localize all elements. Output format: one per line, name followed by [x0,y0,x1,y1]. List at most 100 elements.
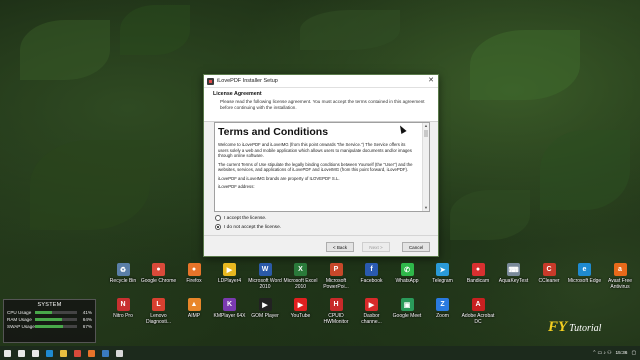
desktop-shortcut[interactable]: ▶ LDPlayer4 [212,263,248,284]
decline-radio[interactable] [215,224,221,230]
desktop-shortcut[interactable]: ▶ YouTube [283,298,319,319]
desktop-shortcut-label[interactable]: Microsoft Excel 2010 [283,278,319,290]
desktop-shortcut-label[interactable]: CPUID HWMonitor [318,313,354,325]
desktop-shortcut[interactable]: ● Bandicam [460,263,496,284]
desktop-shortcut[interactable]: K KMPlayer 64X [212,298,248,319]
hwmonitor-icon[interactable]: H [329,298,343,311]
edge-icon[interactable]: e [578,263,591,276]
desktop-shortcut[interactable]: ● Firefox [176,263,212,284]
desktop-shortcut-label[interactable]: Microsoft PowerPoi... [318,278,354,290]
desktop-shortcut-label[interactable]: Microsoft Word 2010 [247,278,283,290]
desktop-shortcut-label[interactable]: Google Chrome [141,278,177,284]
desktop-shortcut-label[interactable]: Bandicam [460,278,496,284]
dialog-titlebar[interactable]: iLovePDF Installer Setup ✕ [204,75,438,88]
license-text-box[interactable]: Terms and Conditions Welcome to iLovePDF… [214,122,430,212]
accept-license-option[interactable]: I accept the license. [215,215,266,221]
scroll-up-icon[interactable]: ▲ [423,123,429,129]
desktop-shortcut[interactable]: L Lenovo Diagnosti... [141,298,177,325]
app-taskbar-icon[interactable] [98,346,112,360]
desktop-shortcut[interactable]: X Microsoft Excel 2010 [283,263,319,290]
accept-radio-label[interactable]: I accept the license. [224,216,266,221]
desktop-shortcut-label[interactable]: AIMP [176,313,212,319]
desktop-shortcut[interactable]: ▲ AIMP [176,298,212,319]
decline-radio-label[interactable]: I do not accept the license. [224,225,281,230]
accept-radio[interactable] [215,215,221,221]
license-scrollbar[interactable]: ▲ ▼ [422,123,429,211]
desktop-shortcut[interactable]: C CCleaner [531,263,567,284]
excel-icon[interactable]: X [294,263,307,276]
next-button[interactable]: Next > [362,242,390,252]
notification-icon[interactable]: ▢ [631,351,636,356]
scroll-down-icon[interactable]: ▼ [423,205,429,211]
clock[interactable]: 15:36 [615,351,627,356]
zoom-icon[interactable]: Z [436,298,449,311]
aquakeytest-icon[interactable]: ⌨ [507,263,520,276]
desktop-shortcut[interactable]: W Microsoft Word 2010 [247,263,283,290]
desktop-shortcut[interactable]: e Microsoft Edge [567,263,603,284]
desktop-shortcut-label[interactable]: Avast Free Antivirus [602,278,638,290]
desktop-shortcut-label[interactable]: YouTube [283,313,319,319]
desktop-shortcut-label[interactable]: Recycle Bin [105,278,141,284]
desktop-shortcut[interactable]: ✆ WhatsApp [389,263,425,284]
desktop-shortcut-label[interactable]: GOM Player [247,313,283,319]
avast-icon[interactable]: a [613,263,627,276]
gom-icon[interactable]: ▶ [258,298,272,311]
edge-taskbar-icon[interactable] [42,346,56,360]
desktop-shortcut[interactable]: ♻ Recycle Bin [105,263,141,284]
desktop-shortcut-label[interactable]: Nitro Pro [105,313,141,319]
desktop-shortcut[interactable]: ⌨ AquaKeyTest [496,263,532,284]
desktop-shortcut-label[interactable]: Google Meet [389,313,425,319]
desktop-shortcut[interactable]: ▶ Dasbor channe... [354,298,390,325]
desktop-shortcut-label[interactable]: Telegram [425,278,461,284]
youtube-icon[interactable]: ▶ [294,298,307,311]
desktop-shortcut[interactable]: f Facebook [354,263,390,284]
desktop-shortcut-label[interactable]: KMPlayer 64X [212,313,248,319]
desktop-shortcut-label[interactable]: WhatsApp [389,278,425,284]
desktop-shortcut[interactable]: N Nitro Pro [105,298,141,319]
firefox-taskbar-icon[interactable] [84,346,98,360]
whatsapp-icon[interactable]: ✆ [400,263,414,276]
desktop-shortcut[interactable]: H CPUID HWMonitor [318,298,354,325]
ldplayer-icon[interactable]: ▶ [223,263,236,276]
decline-license-option[interactable]: I do not accept the license. [215,224,281,230]
file-explorer-icon[interactable] [56,346,70,360]
meet-icon[interactable]: ▣ [400,298,414,311]
desktop-shortcut[interactable]: A Adobe Acrobat DC [460,298,496,325]
desktop-shortcut-label[interactable]: Zoom [425,313,461,319]
desktop-shortcut-label[interactable]: Lenovo Diagnosti... [141,313,177,325]
desktop-shortcut[interactable]: ➤ Telegram [425,263,461,284]
firefox-icon[interactable]: ● [187,263,201,276]
desktop-shortcut-label[interactable]: LDPlayer4 [212,278,248,284]
desktop-shortcut[interactable]: ● Google Chrome [141,263,177,284]
tray-icons[interactable]: ⌃ ▭ ♪ ⚇ [592,351,611,356]
desktop-shortcut[interactable]: ▣ Google Meet [389,298,425,319]
aimp-icon[interactable]: ▲ [187,298,201,311]
nitro-icon[interactable]: N [116,298,130,311]
desktop-shortcut[interactable]: a Avast Free Antivirus [602,263,638,290]
dasbor-icon[interactable]: ▶ [365,298,378,311]
desktop-shortcut-label[interactable]: Facebook [354,278,390,284]
desktop-shortcut-label[interactable]: Microsoft Edge [567,278,603,284]
desktop-shortcut-label[interactable]: Adobe Acrobat DC [460,313,496,325]
back-button[interactable]: < Back [326,242,354,252]
installer-taskbar-icon[interactable] [112,346,126,360]
acrobat-icon[interactable]: A [471,298,485,311]
telegram-icon[interactable]: ➤ [436,263,449,276]
powerpoint-icon[interactable]: P [329,263,343,276]
recycle-bin-icon[interactable]: ♻ [116,263,130,276]
desktop-shortcut[interactable]: ▶ GOM Player [247,298,283,319]
facebook-icon[interactable]: f [365,263,378,276]
task-view-icon[interactable] [28,346,42,360]
desktop-shortcut[interactable]: Z Zoom [425,298,461,319]
cancel-button[interactable]: Cancel [402,242,430,252]
close-icon[interactable]: ✕ [424,75,438,87]
desktop-shortcut-label[interactable]: Dasbor channe... [354,313,390,325]
search-icon[interactable] [14,346,28,360]
lenovo-icon[interactable]: L [152,298,165,311]
chrome-taskbar-icon[interactable] [70,346,84,360]
desktop-shortcut-label[interactable]: AquaKeyTest [496,278,532,284]
kmplayer-icon[interactable]: K [223,298,236,311]
windows-start-icon[interactable] [0,346,14,360]
bandicam-icon[interactable]: ● [471,263,485,276]
scrollbar-thumb[interactable] [424,130,428,137]
